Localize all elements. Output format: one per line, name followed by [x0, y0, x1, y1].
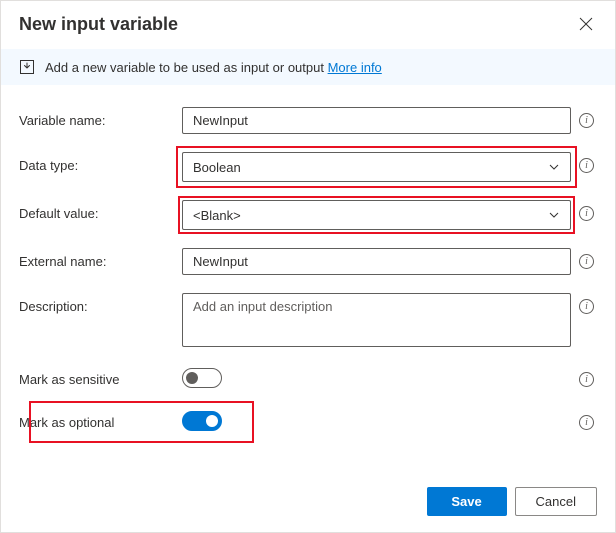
info-icon[interactable]: i	[579, 254, 594, 269]
row-data-type: Data type: Boolean i	[19, 152, 599, 182]
toggle-knob	[206, 415, 218, 427]
new-input-variable-dialog: New input variable Add a new variable to…	[0, 0, 616, 533]
dialog-header: New input variable	[1, 1, 615, 49]
row-mark-sensitive: Mark as sensitive i	[19, 368, 599, 391]
description-textarea[interactable]	[182, 293, 571, 347]
label-description: Description:	[19, 293, 174, 314]
row-description: Description: i	[19, 293, 599, 350]
row-external-name: External name: i	[19, 248, 599, 275]
info-icon[interactable]: i	[579, 372, 594, 387]
row-mark-optional: Mark as optional i	[19, 411, 599, 434]
row-variable-name: Variable name: i	[19, 107, 599, 134]
toggle-knob	[186, 372, 198, 384]
save-button[interactable]: Save	[427, 487, 507, 516]
default-value-select[interactable]: <Blank>	[182, 200, 571, 230]
cancel-button[interactable]: Cancel	[515, 487, 597, 516]
mark-optional-toggle[interactable]	[182, 411, 222, 431]
more-info-link[interactable]: More info	[328, 60, 382, 75]
info-icon[interactable]: i	[579, 206, 594, 221]
variable-icon	[19, 59, 35, 75]
label-mark-sensitive: Mark as sensitive	[19, 372, 174, 387]
label-variable-name: Variable name:	[19, 107, 174, 128]
close-button[interactable]	[575, 13, 597, 35]
info-icon[interactable]: i	[579, 299, 594, 314]
mark-sensitive-toggle[interactable]	[182, 368, 222, 388]
banner-text: Add a new variable to be used as input o…	[45, 60, 382, 75]
dialog-footer: Save Cancel	[1, 477, 615, 532]
label-mark-optional: Mark as optional	[19, 415, 174, 430]
dialog-title: New input variable	[19, 14, 178, 35]
row-default-value: Default value: <Blank> i	[19, 200, 599, 230]
info-icon[interactable]: i	[579, 113, 594, 128]
label-data-type: Data type:	[19, 152, 174, 173]
info-icon[interactable]: i	[579, 415, 594, 430]
info-icon[interactable]: i	[579, 158, 594, 173]
data-type-select[interactable]: Boolean	[182, 152, 571, 182]
variable-name-input[interactable]	[182, 107, 571, 134]
chevron-down-icon	[548, 209, 560, 221]
external-name-input[interactable]	[182, 248, 571, 275]
label-external-name: External name:	[19, 248, 174, 269]
chevron-down-icon	[548, 161, 560, 173]
close-icon	[579, 17, 593, 31]
label-default-value: Default value:	[19, 200, 174, 221]
info-banner: Add a new variable to be used as input o…	[1, 49, 615, 85]
form-body: Variable name: i Data type: Boolean i De…	[1, 85, 615, 477]
